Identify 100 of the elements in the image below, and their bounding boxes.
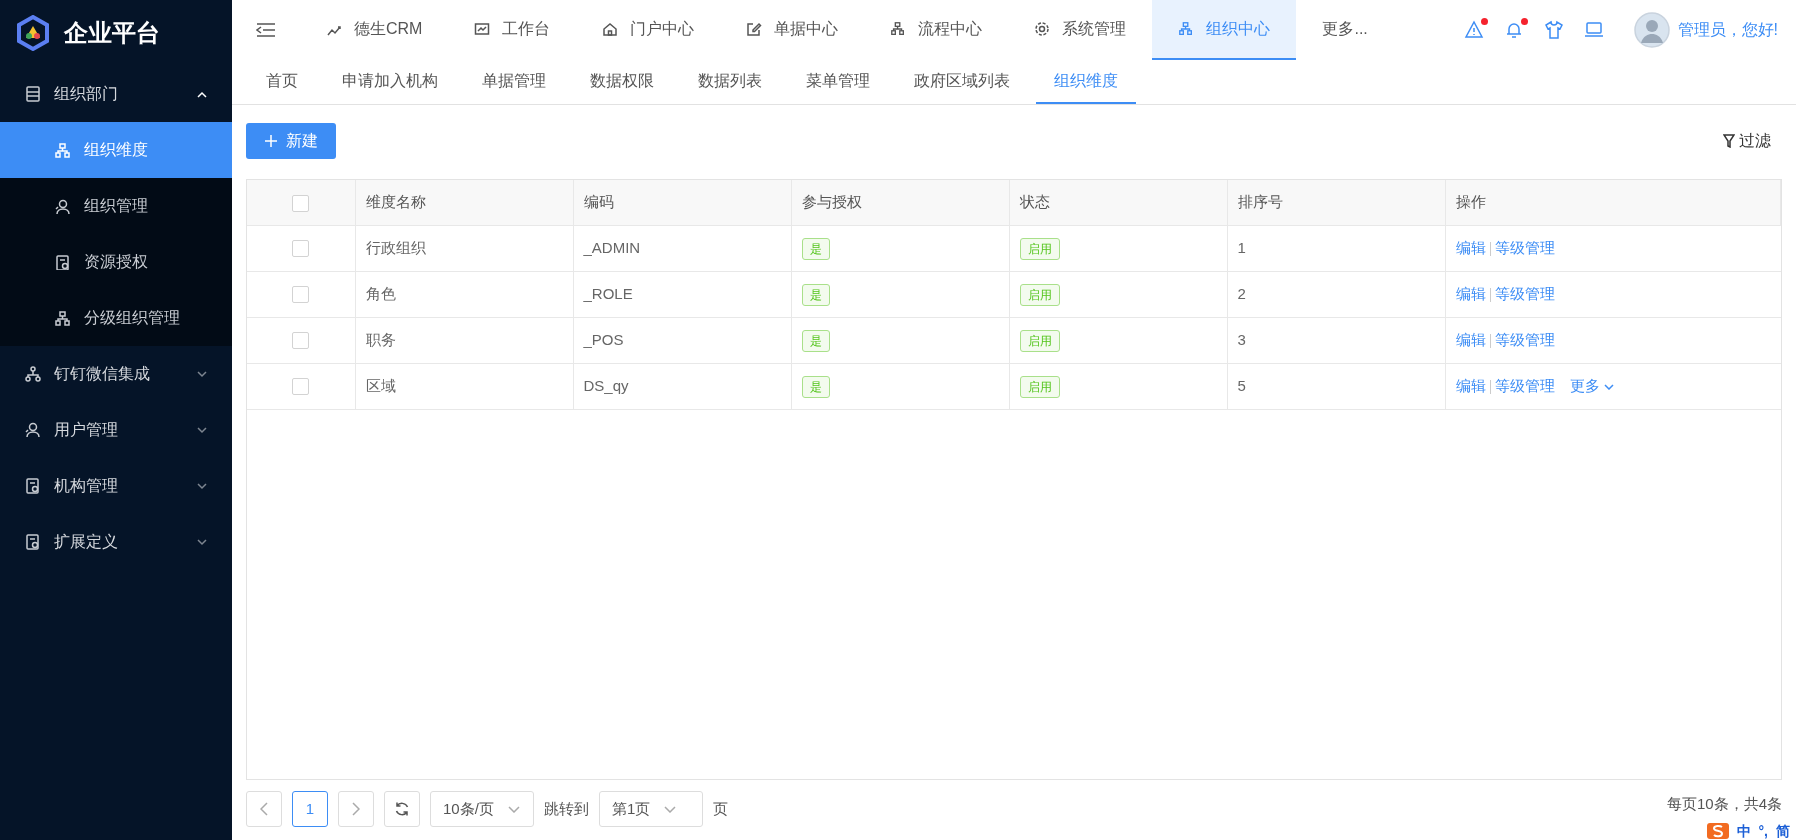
table-cell: 5 [1237, 376, 1246, 394]
chevron-left-icon [260, 802, 268, 816]
ime-toolbar-item[interactable]: 简 [1776, 820, 1790, 840]
page-tab[interactable]: 政府区域列表 [896, 60, 1028, 104]
row-checkbox[interactable] [292, 240, 310, 258]
home-icon [602, 21, 619, 37]
auth-tag: 是 [801, 237, 830, 260]
column-header: 编码 [583, 193, 614, 210]
document-icon [54, 254, 70, 270]
document-icon [24, 477, 42, 495]
table-cell: DS_qy [583, 376, 629, 394]
page-tab[interactable]: 数据权限 [572, 60, 672, 104]
avatar [1634, 12, 1671, 48]
page-tab[interactable]: 数据列表 [680, 60, 780, 104]
divider [1489, 287, 1491, 302]
next-button[interactable] [338, 791, 374, 827]
row-checkbox[interactable] [292, 378, 310, 396]
nav-tab[interactable]: 单据中心 [720, 0, 865, 60]
row-checkbox[interactable] [292, 332, 310, 350]
menu-icon [256, 22, 276, 38]
table-cell: _ROLE [583, 284, 633, 302]
table-cell: 1 [1237, 238, 1246, 256]
filter-icon [1723, 134, 1736, 148]
chevron-icon [1603, 383, 1614, 390]
page-tab[interactable]: 首页 [248, 60, 316, 104]
sidebar-subitem[interactable]: 组织管理 [0, 178, 232, 234]
table-cell: 3 [1237, 330, 1246, 348]
table-cell: 行政组织 [365, 238, 426, 256]
plus-icon [264, 134, 278, 148]
sidebar-item[interactable]: 扩展定义 [0, 514, 232, 570]
status-tag: 启用 [1019, 329, 1060, 352]
chart-icon [474, 21, 491, 37]
notification-dot [1481, 18, 1489, 25]
user-icon [24, 421, 42, 439]
ime-toolbar-item[interactable]: 中 [1736, 820, 1751, 840]
refresh-button[interactable] [384, 791, 420, 827]
page-size-select[interactable]: 10条/页 [430, 791, 534, 827]
status-tag: 启用 [1019, 375, 1060, 398]
edit-icon [746, 21, 763, 37]
page-tab[interactable]: 申请加入机构 [324, 60, 456, 104]
notification-dot [1521, 18, 1529, 25]
sidebar-item[interactable]: 钉钉微信集成 [0, 346, 232, 402]
table-cell: 区域 [365, 376, 396, 394]
auth-tag: 是 [801, 329, 830, 352]
nav-tab[interactable]: 流程中心 [864, 0, 1009, 60]
column-header: 状态 [1019, 193, 1050, 210]
sidebar-item[interactable]: 用户管理 [0, 402, 232, 458]
ime-toolbar-item[interactable]: °, [1758, 820, 1768, 840]
list-icon [24, 85, 42, 103]
sidebar-subitem[interactable]: 分级组织管理 [0, 290, 232, 346]
page-tab[interactable]: 菜单管理 [788, 60, 888, 104]
logo-icon [16, 15, 50, 51]
divider [1489, 333, 1491, 348]
hierarchy-icon [24, 365, 42, 383]
warning-icon [1464, 20, 1485, 40]
page-jump-select[interactable]: 第1页 [599, 791, 703, 827]
row-checkbox[interactable] [292, 286, 310, 304]
column-header: 参与授权 [801, 193, 862, 210]
hierarchy-icon [1178, 21, 1195, 37]
select-all-checkbox[interactable] [292, 194, 310, 212]
status-tag: 启用 [1019, 237, 1060, 260]
divider [1489, 379, 1491, 394]
table-cell: 职务 [365, 330, 396, 348]
settings-icon [1034, 21, 1051, 37]
jump-label: 跳转到 [544, 798, 589, 819]
hierarchy-icon [890, 21, 907, 37]
sidebar-item[interactable]: 组织部门 [0, 66, 232, 122]
user-icon [54, 198, 70, 214]
hierarchy-icon [54, 310, 70, 326]
auth-tag: 是 [801, 283, 830, 306]
divider [1489, 241, 1491, 256]
shirt-icon [1544, 20, 1565, 40]
prev-button[interactable] [246, 791, 282, 827]
page-unit-label: 页 [713, 798, 728, 819]
table-cell: _POS [583, 330, 624, 348]
page-tab[interactable]: 单据管理 [464, 60, 564, 104]
auth-tag: 是 [801, 375, 830, 398]
nav-tab[interactable]: 系统管理 [1008, 0, 1153, 60]
nav-tab[interactable]: 工作台 [448, 0, 577, 60]
chevron-right-icon [352, 802, 360, 816]
nav-tab[interactable]: 德生CRM [300, 0, 449, 60]
laptop-icon [1584, 20, 1605, 40]
column-header: 操作 [1455, 193, 1486, 210]
table-cell: _ADMIN [583, 238, 641, 256]
column-header: 维度名称 [365, 193, 426, 210]
table-cell: 2 [1237, 284, 1246, 302]
more-menu[interactable]: 更多... [1296, 0, 1394, 60]
chevron-icon [664, 805, 677, 813]
sidebar-subitem[interactable]: 资源授权 [0, 234, 232, 290]
column-header: 排序号 [1237, 193, 1283, 210]
chevron-icon [507, 805, 520, 813]
sidebar-item[interactable]: 机构管理 [0, 458, 232, 514]
page-button[interactable]: 1 [292, 791, 328, 827]
status-tag: 启用 [1019, 283, 1060, 306]
nav-tab[interactable]: 门户中心 [576, 0, 721, 60]
filter-button[interactable]: 过滤 [1722, 128, 1772, 154]
page-summary: 每页10条，共4条 [1666, 793, 1782, 814]
document-icon [24, 533, 42, 551]
table-cell: 角色 [365, 284, 396, 302]
hierarchy-icon [54, 142, 70, 158]
